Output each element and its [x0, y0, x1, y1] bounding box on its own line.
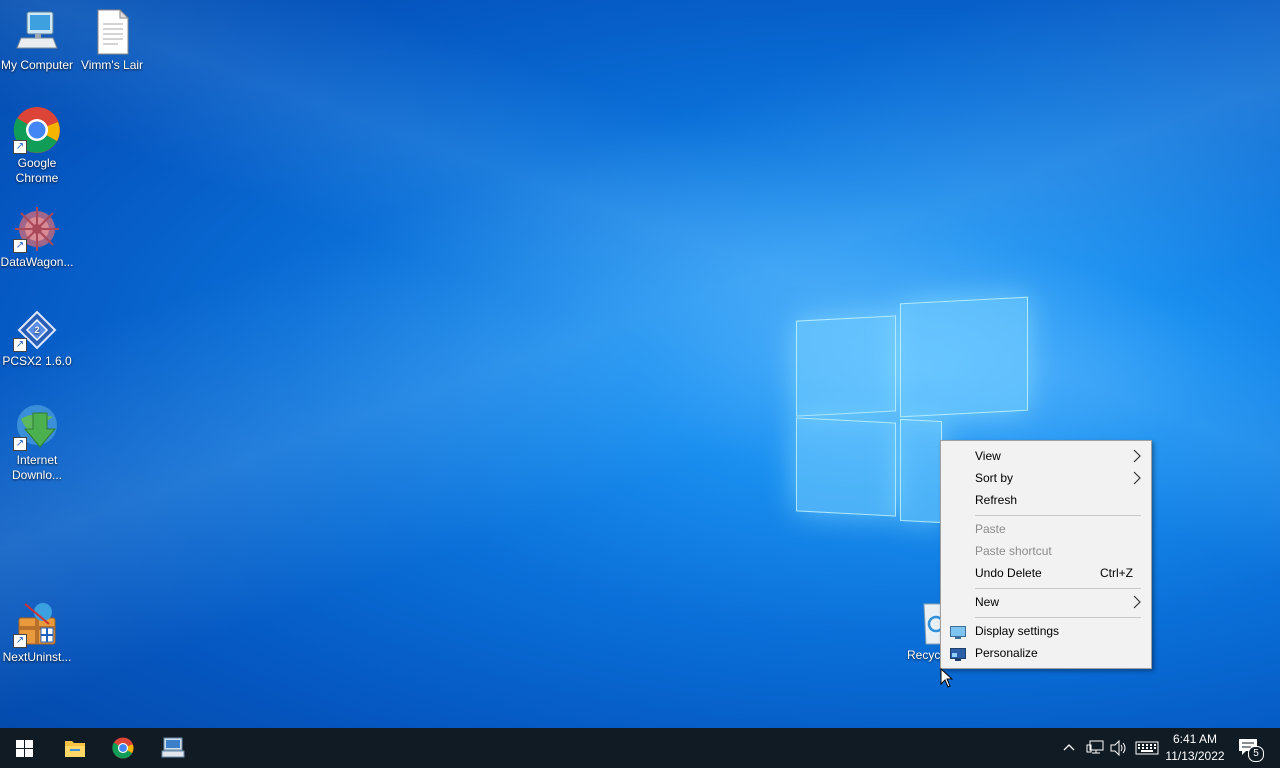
clock-time: 6:41 AM [1172, 732, 1218, 746]
menu-item-personalize[interactable]: Personalize [941, 642, 1151, 664]
start-button[interactable] [0, 728, 48, 768]
shortcut-arrow-icon: ↗ [13, 140, 27, 154]
personalize-icon [950, 646, 966, 661]
taskbar-file-explorer[interactable] [51, 728, 99, 768]
shortcut-arrow-icon: ↗ [13, 437, 27, 451]
menu-item-display-settings[interactable]: Display settings [941, 620, 1151, 642]
notification-badge: 5 [1248, 746, 1264, 762]
desktop-icon-vimms-lair[interactable]: Vimm's Lair [75, 8, 149, 73]
desktop-icon-internet-download-manager[interactable]: ↗ Internet Downlo... [0, 403, 74, 483]
chrome-icon [112, 737, 134, 759]
menu-item-new[interactable]: New [941, 591, 1151, 613]
desktop-icon-nextuninstaller[interactable]: ↗ NextUninst... [0, 600, 74, 665]
menu-item-undo-delete[interactable]: Undo Delete Ctrl+Z [941, 562, 1151, 584]
menu-separator [975, 588, 1141, 589]
display-settings-icon [950, 624, 966, 639]
shortcut-key-label: Ctrl+Z [1100, 566, 1133, 580]
shortcut-arrow-icon: ↗ [13, 239, 27, 253]
action-center-button[interactable]: 5 [1238, 738, 1264, 762]
shortcut-arrow-icon: ↗ [13, 338, 27, 352]
desktop-icon-label: My Computer [0, 58, 74, 72]
text-file-icon [88, 8, 136, 56]
menu-item-refresh[interactable]: Refresh [941, 489, 1151, 511]
desktop-icon-label: Google Chrome [15, 156, 59, 185]
desktop-icon-label: PCSX2 1.6.0 [2, 354, 72, 368]
network-app-icon [161, 737, 185, 758]
taskbar-chrome[interactable] [100, 728, 148, 768]
desktop-icon-label: NextUninst... [2, 650, 72, 664]
menu-item-sort-by[interactable]: Sort by [941, 467, 1151, 489]
network-icon[interactable] [1086, 740, 1104, 759]
menu-item-view[interactable]: View [941, 445, 1151, 467]
menu-separator [975, 617, 1141, 618]
svg-text:2: 2 [34, 325, 39, 335]
desktop-icon-label: DataWagon... [0, 255, 74, 269]
desktop-icon-my-computer[interactable]: My Computer [0, 8, 74, 73]
taskbar: 6:41 AM 11/13/2022 5 [0, 728, 1280, 768]
desktop-icon-google-chrome[interactable]: ↗ Google Chrome [0, 106, 74, 186]
datawagon-icon: ↗ [13, 205, 61, 253]
chevron-right-icon [1133, 591, 1141, 619]
chevron-up-icon[interactable] [1062, 740, 1076, 757]
keyboard-icon[interactable] [1135, 740, 1159, 759]
clock-date: 11/13/2022 [1165, 749, 1225, 763]
clock[interactable]: 6:41 AM 11/13/2022 [1162, 732, 1228, 763]
uninstaller-icon: ↗ [13, 600, 61, 648]
windows-logo-icon [16, 740, 33, 757]
chrome-icon: ↗ [13, 106, 61, 154]
desktop-icon-label: Internet Downlo... [11, 453, 63, 482]
shortcut-arrow-icon: ↗ [13, 634, 27, 648]
menu-item-paste-shortcut[interactable]: Paste shortcut [941, 540, 1151, 562]
desktop-icon-pcsx2[interactable]: 2 ↗ PCSX2 1.6.0 [0, 304, 74, 369]
desktop-icon-datawagon[interactable]: ↗ DataWagon... [0, 205, 74, 270]
mouse-cursor-icon [940, 667, 954, 691]
menu-separator [975, 515, 1141, 516]
folder-icon [65, 741, 85, 757]
menu-item-paste[interactable]: Paste [941, 518, 1151, 540]
desktop-context-menu: View Sort by Refresh Paste Paste shortcu… [940, 440, 1152, 669]
taskbar-app[interactable] [149, 728, 197, 768]
desktop-icon-label: Vimm's Lair [80, 58, 144, 72]
computer-icon [13, 8, 61, 56]
pcsx2-icon: 2 ↗ [13, 304, 61, 352]
volume-icon[interactable] [1110, 739, 1128, 759]
idm-icon: ↗ [13, 403, 61, 451]
